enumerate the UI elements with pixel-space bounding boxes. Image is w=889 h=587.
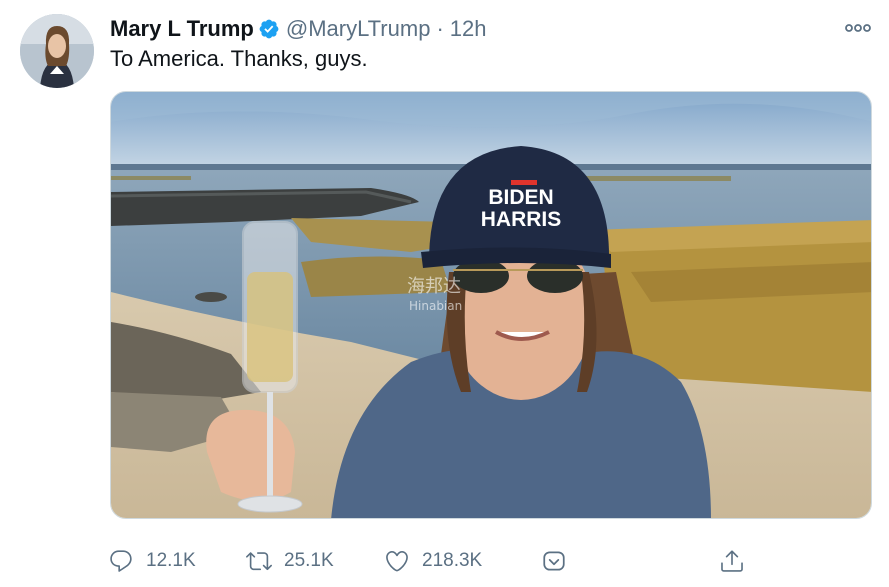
share-icon: [543, 551, 565, 571]
cap-text-biden: BIDEN: [488, 186, 553, 209]
reply-button[interactable]: 12.1K: [108, 545, 196, 577]
upload-button[interactable]: [719, 545, 745, 577]
watermark-en: Hinabian: [409, 299, 462, 313]
like-icon: [386, 550, 408, 572]
verified-badge-icon: [258, 18, 280, 40]
tweet-timestamp[interactable]: 12h: [450, 16, 487, 42]
tweet-action-bar: 12.1K 25.1K 218.3K: [108, 545, 758, 577]
retweet-icon: [246, 552, 272, 571]
author-display-name[interactable]: Mary L Trump: [110, 16, 254, 42]
retweet-button[interactable]: 25.1K: [246, 545, 334, 577]
reply-icon: [110, 550, 132, 572]
upload-icon: [721, 550, 743, 572]
retweet-count: 25.1K: [284, 550, 334, 571]
watermark-cn: 海邦达: [407, 276, 461, 297]
tweet-photo[interactable]: BIDEN HARRIS 海邦达 Hinabian: [110, 91, 872, 519]
cap-text-harris: HARRIS: [481, 208, 562, 231]
share-dm-button[interactable]: [541, 545, 567, 577]
like-button[interactable]: 218.3K: [384, 545, 482, 577]
author-handle[interactable]: @MaryLTrump: [286, 16, 431, 42]
avatar[interactable]: [20, 14, 94, 88]
photo-illustration: BIDEN HARRIS 海邦达 Hinabian: [111, 92, 871, 518]
like-count: 218.3K: [422, 550, 483, 571]
reply-count: 12.1K: [146, 550, 196, 571]
avatar-image: [20, 14, 94, 88]
tweet-text: To America. Thanks, guys.: [110, 46, 368, 71]
header-separator: ·: [436, 16, 444, 41]
tweet-header: Mary L Trump @MaryLTrump · 12h: [110, 14, 486, 44]
more-options-icon[interactable]: [845, 20, 871, 36]
